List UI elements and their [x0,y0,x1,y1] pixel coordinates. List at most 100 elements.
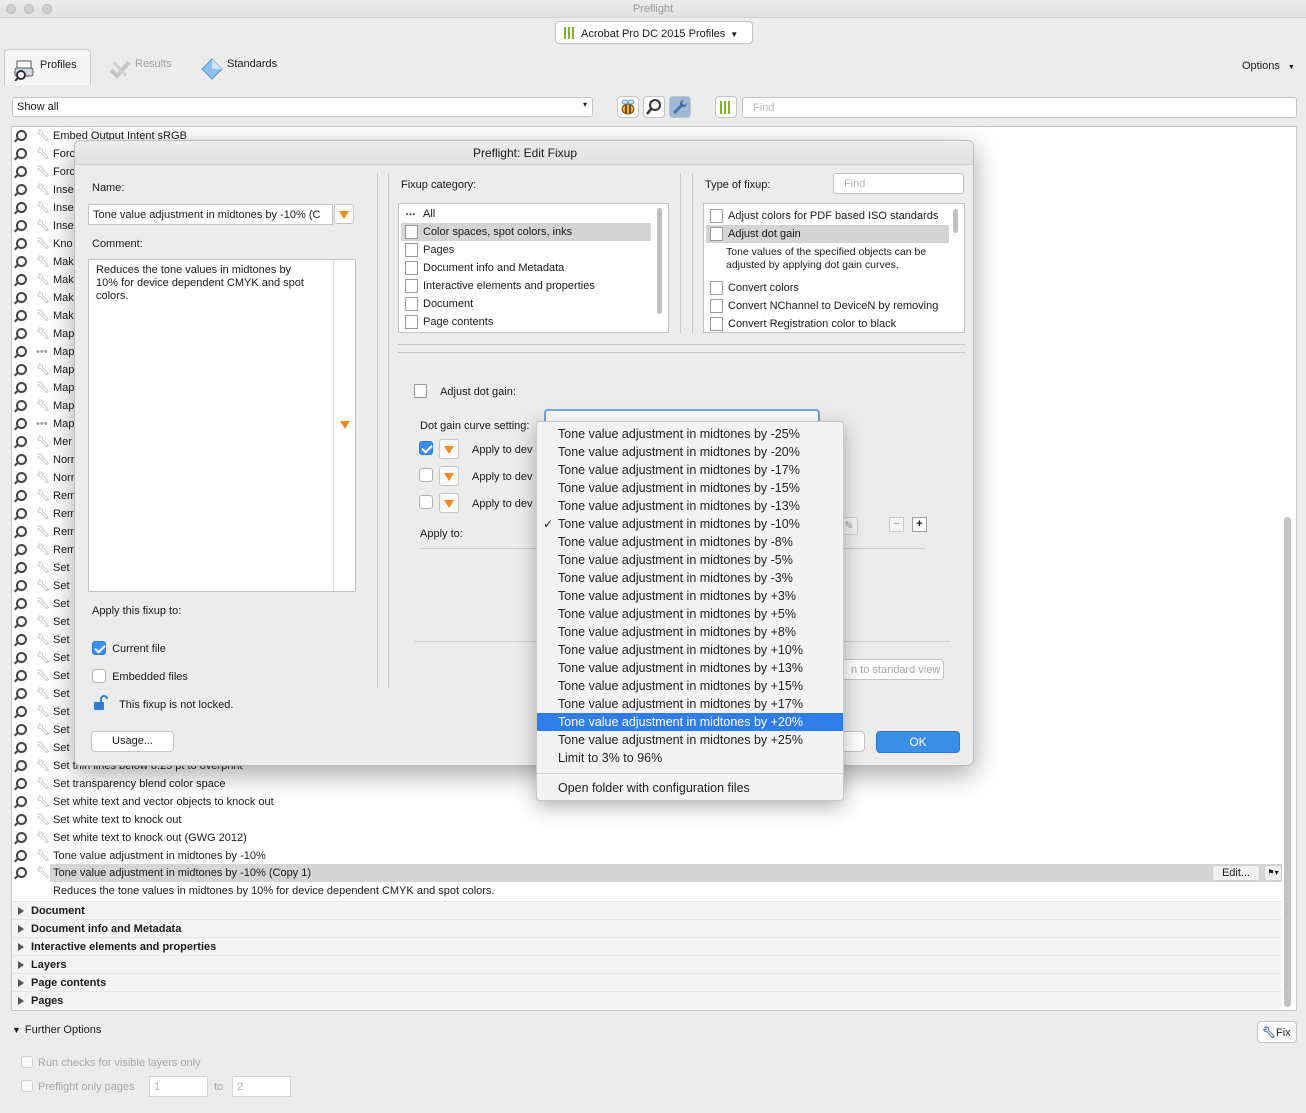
list-scrollbar[interactable] [1284,517,1291,1007]
flag-menu-icon[interactable]: ⚑▾ [1264,865,1282,881]
embedded-files-checkbox[interactable] [92,669,106,683]
menu-item[interactable]: Tone value adjustment in midtones by -5% [537,551,843,569]
magnifier-icon[interactable] [16,778,27,789]
wrench-icon[interactable]: 🔧︎ [36,867,50,879]
wrench-icon[interactable]: 🔧︎ [36,490,50,502]
wrench-icon[interactable]: 🔧︎ [36,130,50,142]
menu-item[interactable]: Tone value adjustment in midtones by -17… [537,461,843,479]
magnifier-icon[interactable] [16,238,27,249]
selected-table-row[interactable]: Tone value adjustment in midtones by -10… [50,864,1282,882]
type-scrollbar[interactable] [953,209,958,233]
fixup-bee-button[interactable] [617,96,639,118]
magnifier-icon[interactable] [16,490,27,501]
wrench-icon[interactable]: 🔧︎ [36,166,50,178]
type-item[interactable]: Adjust dot gain [706,225,949,243]
magnifier-icon[interactable] [16,760,27,771]
ok-button[interactable]: OK [876,731,960,753]
menu-item-open-folder[interactable]: Open folder with configuration files [537,779,843,797]
wrench-icon[interactable]: 🔧︎ [36,562,50,574]
magnifier-icon[interactable] [16,346,27,357]
table-row[interactable]: 🔧︎ Tone value adjustment in midtones by -… [12,847,1282,865]
apply-row-1-checkbox[interactable] [419,441,433,455]
category-item[interactable]: Document info and Metadata [401,259,651,277]
wrench-icon[interactable]: 🔧︎ [36,724,50,736]
magnifier-icon[interactable] [16,832,27,843]
current-file-option[interactable]: Current file [92,641,166,655]
apply-row-2-options[interactable] [439,466,459,486]
magnifier-icon[interactable] [16,274,27,285]
menu-item[interactable]: Tone value adjustment in midtones by -8% [537,533,843,551]
menu-item[interactable]: Limit to 3% to 96% [537,749,843,767]
dots-icon[interactable]: ••• [36,346,48,358]
wrench-icon[interactable]: 🔧︎ [36,364,50,376]
magnifier-icon[interactable] [16,850,27,861]
group-row[interactable]: Page contents [12,973,1282,991]
menu-item[interactable]: Tone value adjustment in midtones by +8% [537,623,843,641]
wrench-icon[interactable]: 🔧︎ [36,670,50,682]
wrench-icon[interactable]: 🔧︎ [36,850,50,862]
wrench-icon[interactable]: 🔧︎ [36,508,50,520]
remove-icon[interactable]: − [889,517,904,532]
comment-textarea[interactable]: Reduces the tone values in midtones by 1… [88,259,356,592]
wrench-icon[interactable]: 🔧︎ [36,796,50,808]
category-item[interactable]: Interactive elements and properties [401,277,651,295]
wrench-icon[interactable]: 🔧︎ [36,544,50,556]
horizontal-splitter[interactable] [398,344,965,353]
magnifier-icon[interactable] [16,616,27,627]
menu-item[interactable]: Tone value adjustment in midtones by +5% [537,605,843,623]
profile-library-button[interactable] [715,96,737,118]
wrench-icon[interactable]: 🔧︎ [36,148,50,160]
menu-item[interactable]: Tone value adjustment in midtones by -3% [537,569,843,587]
magnifier-icon[interactable] [16,310,27,321]
group-row[interactable]: Document info and Metadata [12,919,1282,937]
name-input[interactable]: Tone value adjustment in midtones by -10… [88,204,333,225]
menu-item[interactable]: Tone value adjustment in midtones by +15… [537,677,843,695]
add-icon[interactable]: + [912,517,927,532]
magnifier-icon[interactable] [16,724,27,735]
menu-item[interactable]: Tone value adjustment in midtones by +3% [537,587,843,605]
wrench-icon[interactable]: 🔧︎ [36,202,50,214]
from-page-input[interactable]: 1 [149,1076,208,1097]
wrench-icon[interactable]: 🔧︎ [36,634,50,646]
wrench-icon[interactable]: 🔧︎ [36,472,50,484]
type-find-input[interactable]: Find [833,173,964,194]
menu-item[interactable]: Tone value adjustment in midtones by +25… [537,731,843,749]
menu-item[interactable]: Tone value adjustment in midtones by +13… [537,659,843,677]
embedded-files-option[interactable]: Embedded files [92,669,188,683]
type-item[interactable]: Convert colors [706,279,949,297]
name-options-button[interactable] [334,204,354,224]
apply-row-1-options[interactable] [439,439,459,459]
wrench-icon[interactable]: 🔧︎ [36,238,50,250]
splitter-left[interactable] [377,173,378,688]
category-item[interactable]: Document [401,295,651,313]
magnifier-icon[interactable] [16,580,27,591]
apply-row-2-checkbox[interactable] [419,468,433,482]
wrench-icon[interactable]: 🔧︎ [36,256,50,268]
comment-options-button[interactable] [336,415,356,435]
magnifier-icon[interactable] [16,814,27,825]
wrench-icon[interactable]: 🔧︎ [36,832,50,844]
menu-item[interactable]: Tone value adjustment in midtones by -20… [537,443,843,461]
wrench-icon[interactable]: 🔧︎ [36,328,50,340]
magnifier-icon[interactable] [16,418,27,429]
wrench-icon[interactable]: 🔧︎ [36,778,50,790]
magnifier-icon[interactable] [16,148,27,159]
group-row[interactable]: Interactive elements and properties [12,937,1282,955]
further-options-toggle[interactable]: ▼ Further Options [12,1024,101,1036]
magnifier-icon[interactable] [16,400,27,411]
wrench-icon[interactable]: 🔧︎ [36,454,50,466]
standard-view-button[interactable]: n to standard view [830,659,944,680]
wrench-icon[interactable]: 🔧︎ [36,310,50,322]
table-row[interactable]: 🔧︎ Set white text to knock out (GWG 2012) [12,829,1282,847]
magnifier-icon[interactable] [16,436,27,447]
magnifier-icon[interactable] [16,508,27,519]
magnifier-icon[interactable] [16,256,27,267]
magnifier-icon[interactable] [16,652,27,663]
magnifier-icon[interactable] [16,130,27,141]
group-row[interactable]: Document [12,901,1282,919]
magnifier-icon[interactable] [16,688,27,699]
menu-item[interactable]: Tone value adjustment in midtones by +10… [537,641,843,659]
magnifier-icon[interactable] [16,202,27,213]
magnifier-icon[interactable] [16,562,27,573]
wrench-icon[interactable]: 🔧︎ [36,292,50,304]
